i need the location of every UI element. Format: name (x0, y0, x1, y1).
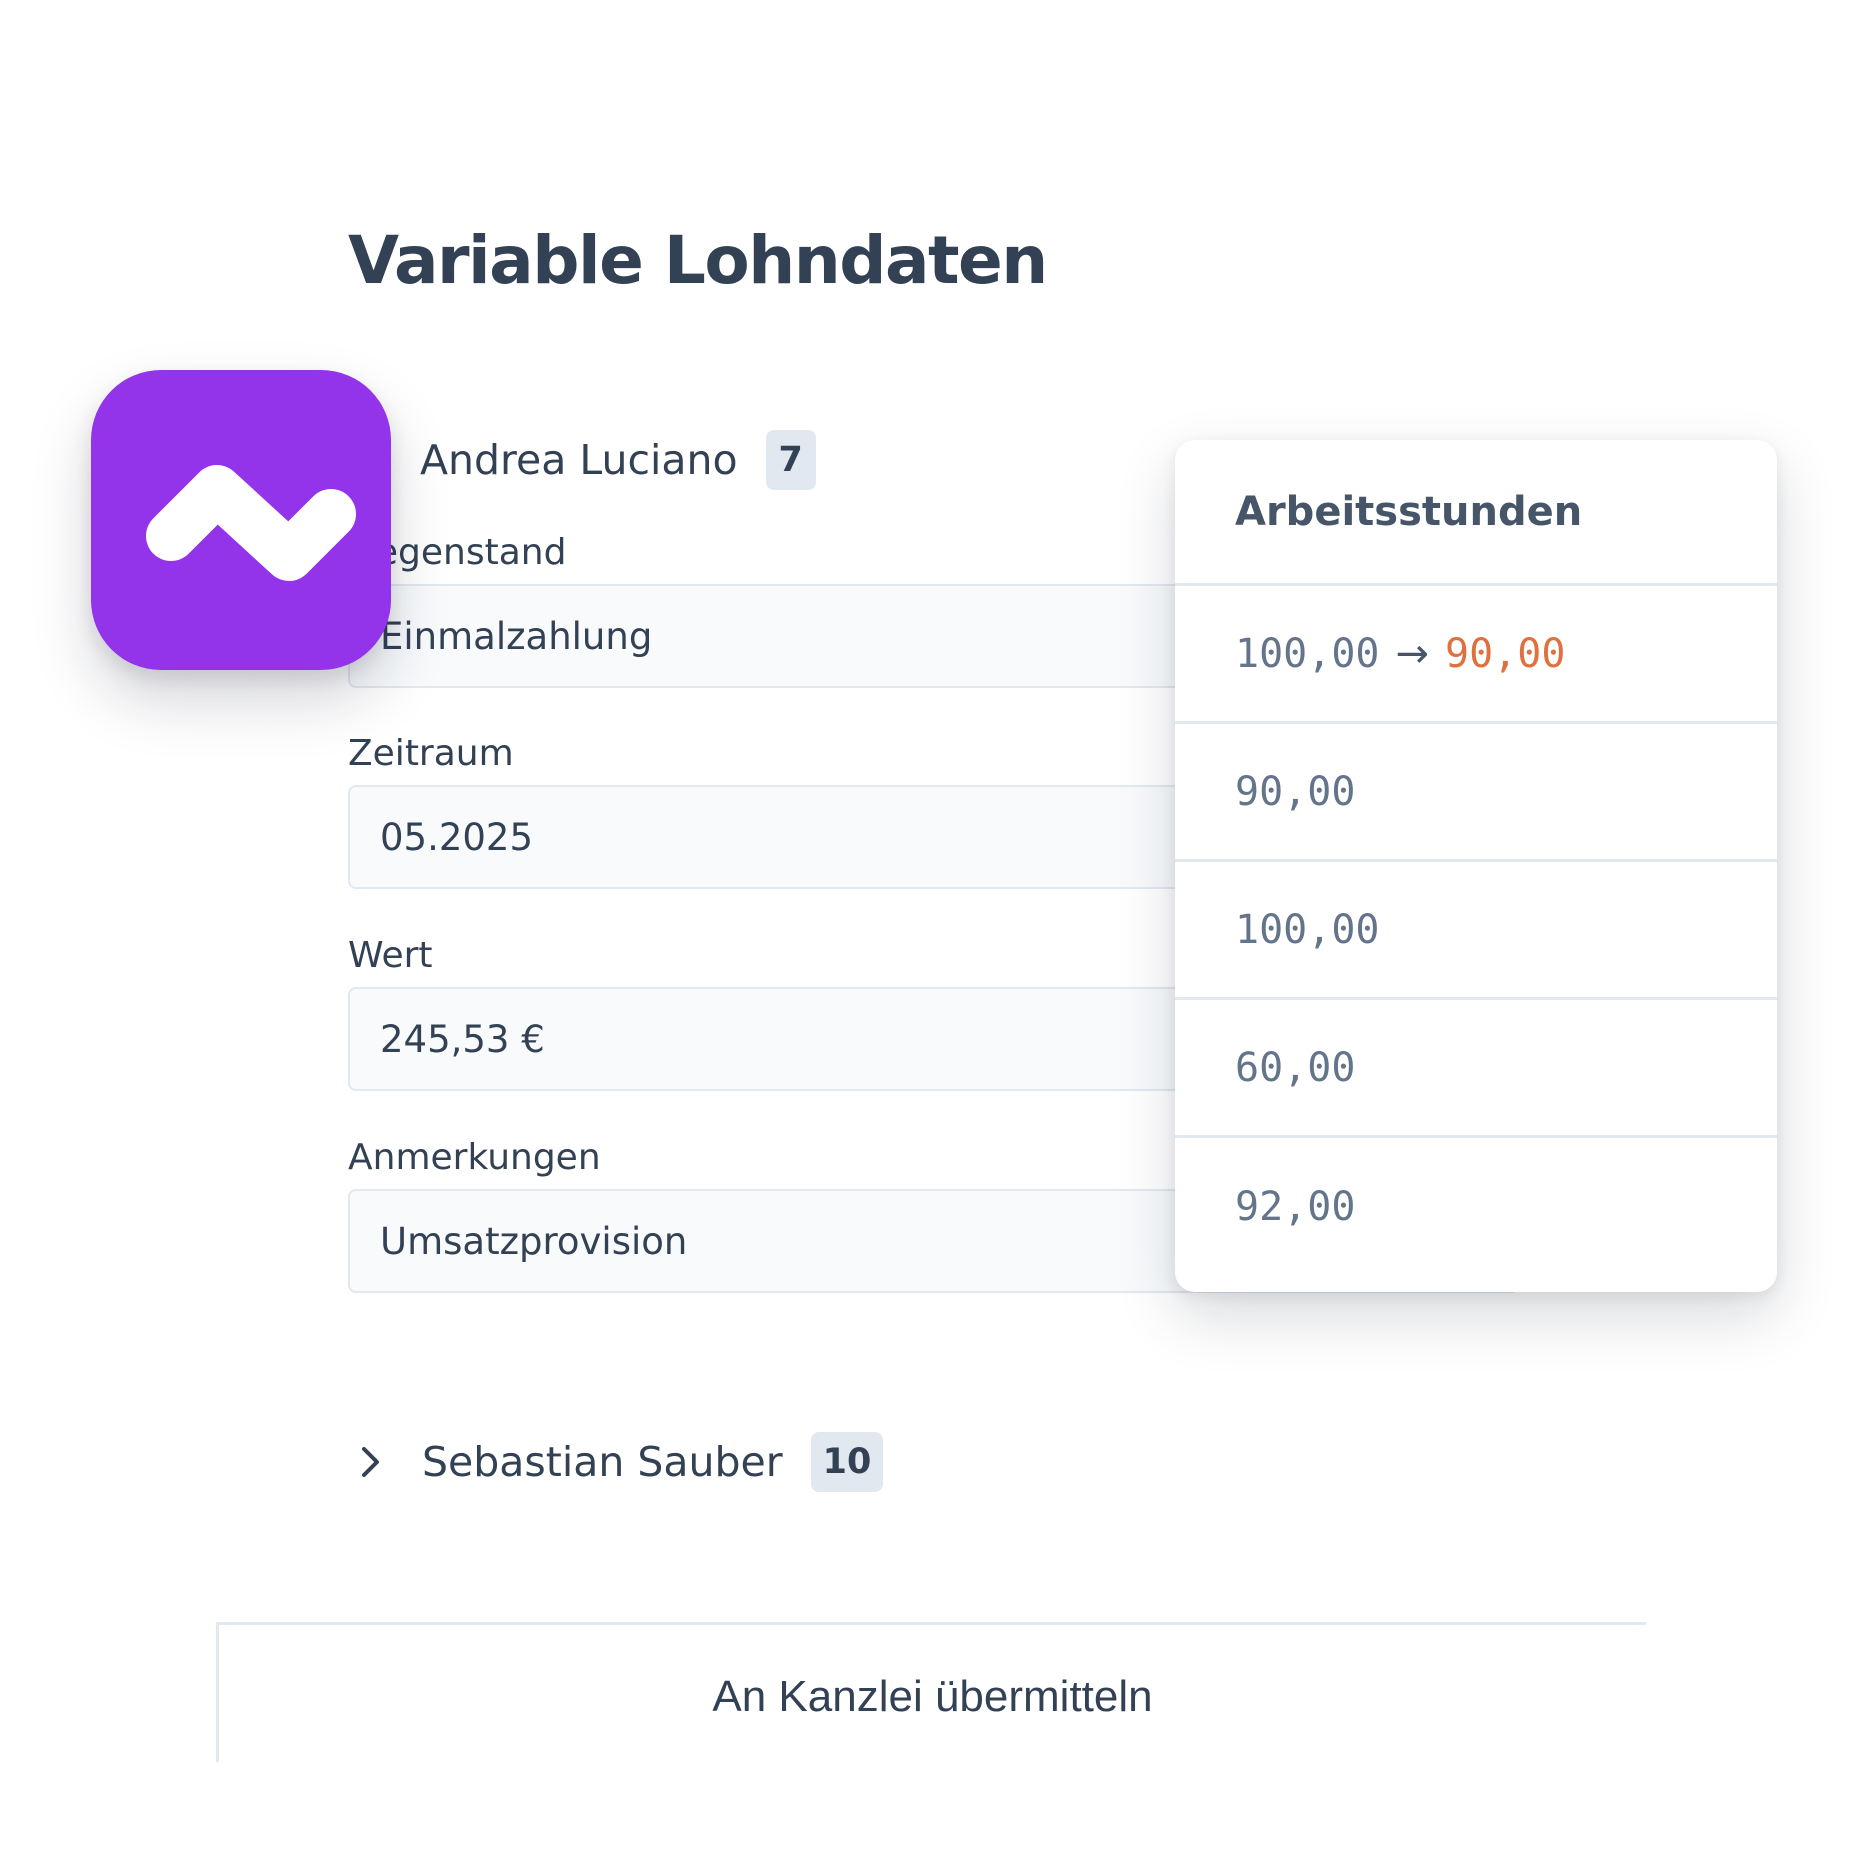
anmerkungen-label: Anmerkungen (348, 1137, 601, 1178)
chevron-right-icon[interactable] (350, 1442, 390, 1482)
employee-name: Andrea Luciano (420, 436, 738, 484)
canvas: Variable Lohndaten Andrea Luciano 7 Gege… (0, 0, 1860, 1860)
app-logo-icon (91, 370, 391, 670)
entry-count-badge: 7 (765, 430, 816, 490)
arrow-right-icon: → (1395, 630, 1430, 677)
old-value: 100,00 (1235, 630, 1380, 677)
popover-row[interactable]: 60,00 (1175, 1000, 1777, 1138)
page-title: Variable Lohndaten (348, 222, 1048, 299)
arbeitsstunden-popover: Arbeitsstunden 100,00 → 90,00 90,00 100,… (1175, 440, 1777, 1292)
new-value: 90,00 (1445, 630, 1566, 677)
entry-count-badge: 10 (810, 1432, 884, 1492)
wert-label: Wert (348, 935, 433, 976)
popover-row[interactable]: 92,00 (1175, 1138, 1777, 1276)
employee-row-sebastian-sauber[interactable]: Sebastian Sauber 10 (350, 1430, 884, 1494)
submit-to-firm-button[interactable]: An Kanzlei übermitteln (216, 1622, 1646, 1762)
popover-row[interactable]: 100,00 (1175, 862, 1777, 1000)
employee-name: Sebastian Sauber (422, 1438, 783, 1486)
employee-row-andrea-luciano[interactable]: Andrea Luciano 7 (420, 428, 816, 492)
popover-row[interactable]: 90,00 (1175, 724, 1777, 862)
zeitraum-label: Zeitraum (348, 733, 514, 774)
popover-row-change[interactable]: 100,00 → 90,00 (1175, 586, 1777, 724)
popover-title: Arbeitsstunden (1175, 440, 1777, 586)
